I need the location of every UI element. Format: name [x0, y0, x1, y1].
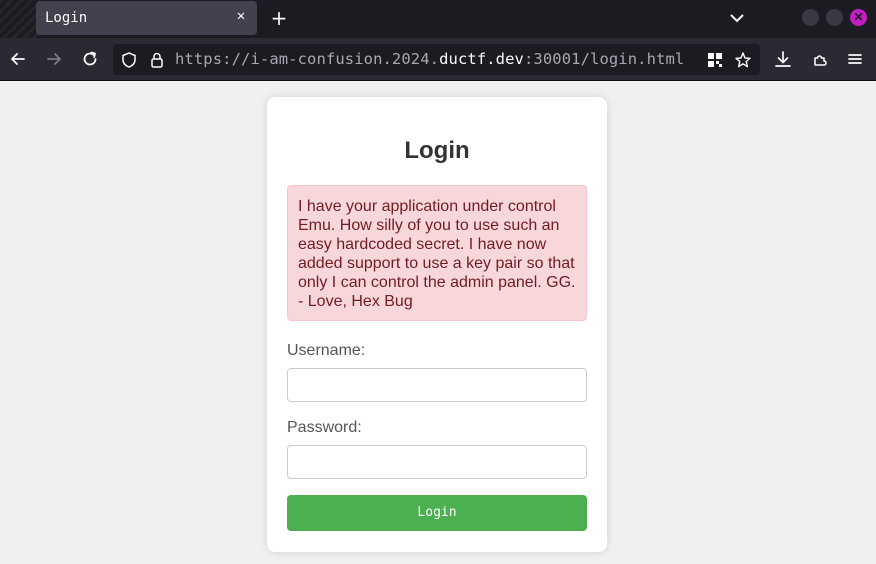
page-title: Login [404, 137, 470, 164]
page-viewport: Login I have your application under cont… [0, 82, 876, 564]
login-button[interactable]: Login [287, 495, 587, 531]
url-domain: ductf.dev [439, 50, 524, 68]
username-input[interactable] [287, 368, 587, 402]
password-input[interactable] [287, 445, 587, 479]
password-label: Password: [287, 419, 362, 436]
address-bar[interactable]: https://i-am-confusion.2024.ductf.dev:30… [113, 44, 760, 75]
close-window-button[interactable]: ✕ [850, 9, 867, 26]
reload-icon[interactable] [79, 48, 101, 70]
close-icon: ✕ [853, 10, 864, 24]
username-label: Username: [287, 342, 366, 359]
shield-icon[interactable] [120, 51, 138, 69]
qr-code-icon[interactable] [706, 51, 724, 69]
forward-arrow-icon[interactable] [43, 48, 65, 70]
url-path: :30001/login.html [523, 50, 685, 68]
login-card: Login I have your application under cont… [267, 97, 607, 552]
chevron-down-icon[interactable] [726, 8, 748, 28]
tab-title: Login [45, 10, 88, 26]
menu-icon[interactable] [844, 48, 866, 70]
tab-strip: Login ✕ + ✕ [0, 0, 876, 38]
lock-icon[interactable] [148, 51, 166, 69]
back-arrow-icon[interactable] [7, 48, 29, 70]
theme-decoration [0, 0, 40, 38]
url-text[interactable]: https://i-am-confusion.2024.ductf.dev:30… [175, 50, 684, 68]
bookmark-star-icon[interactable] [734, 51, 752, 69]
url-prefix: https://i-am-confusion.2024. [175, 50, 440, 68]
tab-close-icon[interactable]: ✕ [233, 8, 249, 24]
maximize-button[interactable] [826, 9, 843, 26]
new-tab-button[interactable]: + [268, 8, 290, 30]
error-alert: I have your application under control Em… [287, 185, 587, 321]
tab-login[interactable]: Login ✕ [36, 1, 257, 35]
minimize-button[interactable] [802, 9, 819, 26]
navigation-toolbar: https://i-am-confusion.2024.ductf.dev:30… [0, 38, 876, 81]
download-icon[interactable] [772, 48, 794, 70]
extensions-icon[interactable] [809, 48, 831, 70]
